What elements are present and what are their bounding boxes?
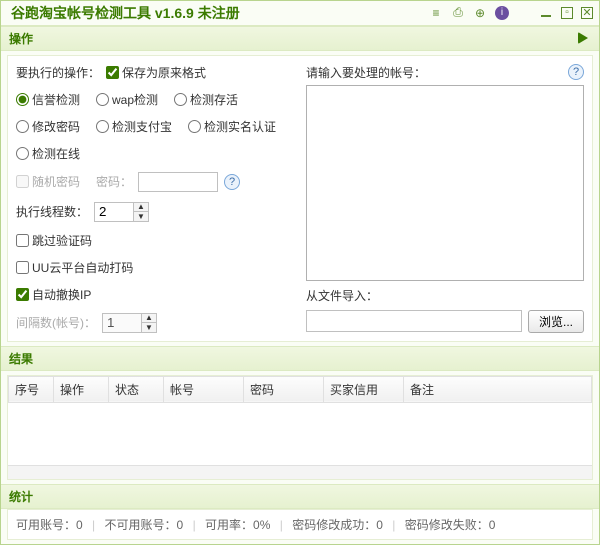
operation-label: 要执行的操作：: [16, 64, 100, 81]
stat-usable-label: 可用账号：: [16, 518, 76, 532]
maximize-button[interactable]: ▫: [561, 7, 573, 19]
col-credit[interactable]: 买家信用: [324, 376, 404, 402]
globe-icon[interactable]: ⊕: [473, 6, 487, 20]
print-icon[interactable]: ⎙: [451, 6, 465, 20]
radio-realname[interactable]: 检测实名认证: [188, 118, 276, 135]
results-table-wrap[interactable]: 序号 操作 状态 帐号 密码 买家信用 备注: [8, 376, 592, 465]
interval-down: ▼: [142, 323, 156, 332]
results-header: 结果: [1, 346, 599, 371]
interval-label: 间隔数(帐号)：: [16, 314, 96, 331]
col-password[interactable]: 密码: [244, 376, 324, 402]
random-pwd-checkbox[interactable]: 随机密码: [16, 173, 80, 190]
stat-rate-label: 可用率：: [205, 518, 253, 532]
table-header-row: 序号 操作 状态 帐号 密码 买家信用 备注: [9, 376, 592, 402]
horizontal-scrollbar[interactable]: [8, 465, 592, 479]
col-account[interactable]: 帐号: [164, 376, 244, 402]
stat-unusable-val: 0: [177, 518, 184, 532]
app-title: 谷跑淘宝帐号检测工具 v1.6.9 未注册: [11, 3, 429, 23]
stat-pwdfail-val: 0: [489, 518, 496, 532]
accounts-textarea[interactable]: [306, 85, 584, 281]
info-icon[interactable]: i: [495, 6, 509, 20]
col-status[interactable]: 状态: [109, 376, 164, 402]
stat-pwdfail-label: 密码修改失败：: [405, 518, 489, 532]
col-index[interactable]: 序号: [9, 376, 54, 402]
stat-pwdok-label: 密码修改成功：: [292, 518, 376, 532]
uu-platform-checkbox[interactable]: UU云平台自动打码: [16, 259, 133, 276]
stat-pwdok-val: 0: [376, 518, 383, 532]
titlebar: 谷跑淘宝帐号检测工具 v1.6.9 未注册 ≡ ⎙ ⊕ i ▫ ✕: [1, 1, 599, 26]
thread-down[interactable]: ▼: [134, 212, 148, 221]
interval-input: [102, 313, 142, 333]
operation-title: 操作: [9, 30, 33, 47]
titlebar-icons: ≡ ⎙ ⊕ i ▫ ✕: [429, 6, 593, 20]
operation-header: 操作: [1, 26, 599, 51]
thread-label: 执行线程数：: [16, 203, 88, 220]
import-path-input[interactable]: [306, 310, 522, 332]
stats-panel: 可用账号：0 | 不可用账号：0 | 可用率：0% | 密码修改成功：0 | 密…: [7, 509, 593, 540]
run-button[interactable]: [575, 30, 591, 46]
list-icon[interactable]: ≡: [429, 6, 443, 20]
operation-panel: 要执行的操作： 保存为原来格式 信誉检测 wap检测 检测存活 修改密码 检测支…: [7, 55, 593, 342]
col-op[interactable]: 操作: [54, 376, 109, 402]
stat-unusable-label: 不可用账号：: [105, 518, 177, 532]
skip-captcha-checkbox[interactable]: 跳过验证码: [16, 232, 92, 249]
results-table: 序号 操作 状态 帐号 密码 买家信用 备注: [8, 376, 592, 403]
stat-usable-val: 0: [76, 518, 83, 532]
browse-button[interactable]: 浏览...: [528, 310, 584, 333]
radio-online[interactable]: 检测在线: [16, 145, 80, 162]
col-remark[interactable]: 备注: [404, 376, 592, 402]
results-panel: 序号 操作 状态 帐号 密码 买家信用 备注: [7, 375, 593, 480]
interval-up: ▲: [142, 314, 156, 323]
thread-spinner[interactable]: ▲▼: [94, 202, 149, 222]
interval-spinner: ▲▼: [102, 313, 157, 333]
stats-header: 统计: [1, 484, 599, 509]
app-window: 谷跑淘宝帐号检测工具 v1.6.9 未注册 ≡ ⎙ ⊕ i ▫ ✕ 操作 要执行…: [0, 0, 600, 545]
radio-alive[interactable]: 检测存活: [174, 91, 238, 108]
pwd-label: 密码：: [96, 173, 132, 190]
minimize-button[interactable]: [539, 6, 553, 20]
preserve-format-label: 保存为原来格式: [122, 64, 206, 81]
stats-title: 统计: [9, 488, 33, 505]
radio-credit[interactable]: 信誉检测: [16, 91, 80, 108]
radio-changepwd[interactable]: 修改密码: [16, 118, 80, 135]
radio-alipay[interactable]: 检测支付宝: [96, 118, 172, 135]
import-label: 从文件导入：: [306, 287, 378, 304]
pwd-help-icon[interactable]: ?: [224, 174, 240, 190]
stat-rate-val: 0%: [253, 518, 270, 532]
play-icon: [578, 32, 588, 44]
operation-left: 要执行的操作： 保存为原来格式 信誉检测 wap检测 检测存活 修改密码 检测支…: [16, 64, 296, 333]
accounts-help-icon[interactable]: ?: [568, 64, 584, 80]
pwd-input: [138, 172, 218, 192]
preserve-format-checkbox[interactable]: 保存为原来格式: [106, 64, 206, 81]
close-button[interactable]: ✕: [581, 7, 593, 19]
thread-up[interactable]: ▲: [134, 203, 148, 212]
auto-change-ip-checkbox[interactable]: 自动撤换IP: [16, 286, 91, 303]
operation-right: 请输入要处理的帐号： ? 从文件导入： 浏览...: [306, 64, 584, 333]
preserve-format-input[interactable]: [106, 66, 119, 79]
thread-input[interactable]: [94, 202, 134, 222]
accounts-label: 请输入要处理的帐号：: [306, 64, 426, 81]
results-title: 结果: [9, 350, 33, 367]
radio-wap[interactable]: wap检测: [96, 91, 158, 108]
